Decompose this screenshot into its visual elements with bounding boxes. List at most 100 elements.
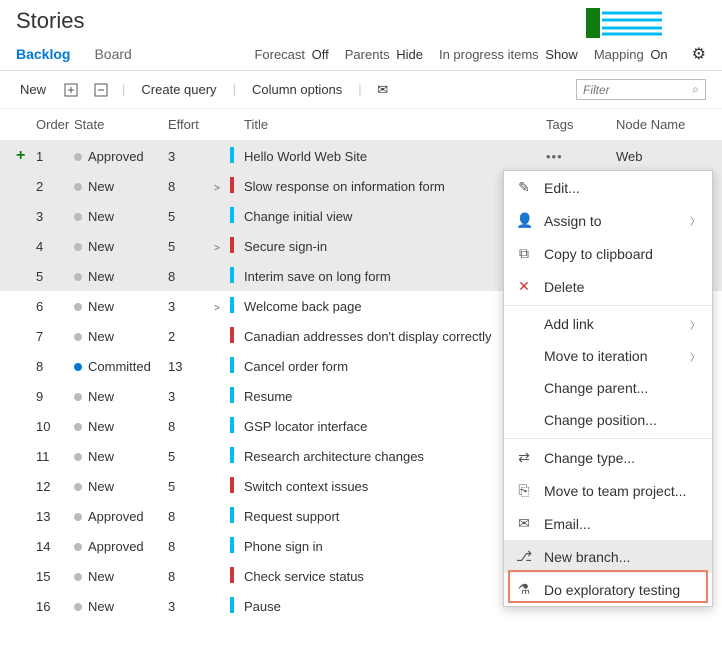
menu-item[interactable]: ⎘Move to team project... <box>504 474 712 507</box>
context-menu: ✎Edit...👤Assign to〉⧉Copy to clipboard✕De… <box>503 170 713 607</box>
cell-title[interactable]: Canadian addresses don't display correct… <box>238 329 546 344</box>
col-tags[interactable]: Tags <box>546 117 616 132</box>
cell-tags: ••• <box>546 149 616 164</box>
menu-icon: ⇄ <box>516 449 532 466</box>
cell-effort: 13 <box>168 359 214 374</box>
menu-label: Assign to <box>544 213 602 229</box>
cell-effort: 8 <box>168 419 214 434</box>
col-title[interactable]: Title <box>238 117 546 132</box>
type-color-bar <box>230 357 234 373</box>
cell-effort: 8 <box>168 269 214 284</box>
gear-icon[interactable]: ⚙ <box>692 44 706 64</box>
cell-title[interactable]: Interim save on long form <box>238 269 546 284</box>
col-node[interactable]: Node Name <box>616 117 706 132</box>
expand-icon[interactable] <box>62 81 80 99</box>
menu-label: Change parent... <box>544 380 648 396</box>
cell-title[interactable]: Change initial view <box>238 209 546 224</box>
cell-title[interactable]: Slow response on information form <box>238 179 546 194</box>
cell-title[interactable]: Cancel order form <box>238 359 546 374</box>
cell-effort: 8 <box>168 179 214 194</box>
chevron-right-icon[interactable]: > <box>214 303 220 314</box>
column-options-button[interactable]: Column options <box>248 80 346 99</box>
cell-state: New <box>74 209 168 224</box>
filter-input[interactable] <box>583 83 692 97</box>
col-order[interactable]: Order <box>36 117 74 132</box>
menu-item[interactable]: ⎇New branch... <box>504 540 712 573</box>
menu-label: Edit... <box>544 180 580 196</box>
menu-item[interactable]: Add link〉 <box>504 308 712 340</box>
opt-inprogress[interactable]: In progress items Show <box>439 47 578 62</box>
cell-effort: 3 <box>168 389 214 404</box>
opt-mapping[interactable]: Mapping On <box>594 47 668 62</box>
cell-effort: 5 <box>168 479 214 494</box>
menu-icon: ✉ <box>516 515 532 532</box>
cell-title[interactable]: Phone sign in <box>238 539 546 554</box>
col-state[interactable]: State <box>74 117 168 132</box>
cell-title[interactable]: Resume <box>238 389 546 404</box>
type-color-bar <box>230 207 234 223</box>
type-color-bar <box>230 537 234 553</box>
tab-backlog[interactable]: Backlog <box>16 46 70 62</box>
menu-separator <box>504 305 712 306</box>
cell-title[interactable]: Switch context issues <box>238 479 546 494</box>
cell-title[interactable]: GSP locator interface <box>238 419 546 434</box>
email-icon[interactable]: ✉ <box>374 81 392 99</box>
new-button[interactable]: New <box>16 80 50 99</box>
collapse-icon[interactable] <box>92 81 110 99</box>
cell-state: New <box>74 389 168 404</box>
chevron-right-icon: 〉 <box>690 213 700 228</box>
tab-board[interactable]: Board <box>94 46 131 62</box>
cell-title[interactable]: Check service status <box>238 569 546 584</box>
cell-effort: 5 <box>168 209 214 224</box>
cell-effort: 5 <box>168 449 214 464</box>
cell-title[interactable]: Welcome back page <box>238 299 546 314</box>
cell-order: 3 <box>36 209 74 224</box>
menu-label: Change position... <box>544 412 657 428</box>
cell-effort: 8 <box>168 539 214 554</box>
type-color-bar <box>230 507 234 523</box>
cell-effort: 3 <box>168 599 214 614</box>
filter-box[interactable]: ⌕ <box>576 79 706 100</box>
menu-item[interactable]: Change parent... <box>504 372 712 404</box>
menu-item[interactable]: ⇄Change type... <box>504 441 712 474</box>
cell-title[interactable]: Secure sign-in <box>238 239 546 254</box>
table-row[interactable]: +1Approved3Hello World Web Site•••Web <box>0 141 722 171</box>
menu-item[interactable]: ✎Edit... <box>504 171 712 204</box>
ellipsis-icon[interactable]: ••• <box>546 149 563 164</box>
type-color-bar <box>230 267 234 283</box>
menu-label: Do exploratory testing <box>544 582 680 598</box>
col-effort[interactable]: Effort <box>168 117 214 132</box>
menu-icon: ⎘ <box>516 482 532 499</box>
chevron-right-icon[interactable]: > <box>214 183 220 194</box>
type-color-bar <box>230 417 234 433</box>
search-icon[interactable]: ⌕ <box>692 82 699 97</box>
create-query-button[interactable]: Create query <box>137 80 220 99</box>
menu-item[interactable]: ✉Email... <box>504 507 712 540</box>
cell-effort: 8 <box>168 509 214 524</box>
cell-state: Approved <box>74 509 168 524</box>
menu-item[interactable]: ⧉Copy to clipboard <box>504 237 712 270</box>
add-icon[interactable]: + <box>16 147 25 164</box>
opt-forecast[interactable]: Forecast Off <box>254 47 328 62</box>
menu-icon: ✕ <box>516 278 532 295</box>
cell-title[interactable]: Research architecture changes <box>238 449 546 464</box>
type-color-bar <box>230 567 234 583</box>
cell-effort: 2 <box>168 329 214 344</box>
cell-order: 12 <box>36 479 74 494</box>
cell-state: Approved <box>74 149 168 164</box>
menu-item[interactable]: 👤Assign to〉 <box>504 204 712 237</box>
opt-parents[interactable]: Parents Hide <box>345 47 423 62</box>
menu-item[interactable]: ✕Delete <box>504 270 712 303</box>
cell-order: 8 <box>36 359 74 374</box>
menu-item[interactable]: Move to iteration〉 <box>504 340 712 372</box>
menu-item[interactable]: ⚗Do exploratory testing <box>504 573 712 606</box>
menu-item[interactable]: Change position... <box>504 404 712 436</box>
cell-title[interactable]: Pause <box>238 599 546 614</box>
cell-title[interactable]: Request support <box>238 509 546 524</box>
type-color-bar <box>230 447 234 463</box>
chevron-right-icon[interactable]: > <box>214 243 220 254</box>
cell-state: New <box>74 479 168 494</box>
cell-title[interactable]: Hello World Web Site <box>238 149 546 164</box>
menu-icon: ⧉ <box>516 245 532 262</box>
cell-state: New <box>74 269 168 284</box>
